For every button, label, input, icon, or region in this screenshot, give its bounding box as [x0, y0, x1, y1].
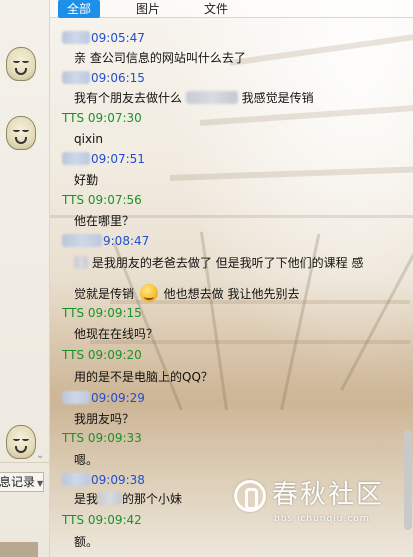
- sender-name: TTS: [62, 193, 85, 207]
- message-time: 09:09:38: [91, 473, 145, 487]
- ichunqiu-logo-icon: [234, 480, 266, 512]
- sidebar-divider: [0, 462, 50, 463]
- message-text: 用的是不是电脑上的QQ？: [74, 370, 213, 384]
- message-text: 我有个朋友去做什么 我感觉是传销: [74, 91, 314, 105]
- sender-name-redacted: [62, 391, 90, 404]
- sidebar-bottom-bar: [0, 542, 38, 557]
- message-meta: TTS 09:09:42: [62, 513, 142, 528]
- message-time: 09:09:33: [87, 431, 142, 445]
- tab-files[interactable]: 文件: [196, 0, 236, 18]
- watermark-url: bbs.ichunqiu.com: [274, 514, 370, 524]
- message-text: 嗯。: [74, 453, 99, 467]
- message-text: 觉就是传销 他也想去做 我让他先别去: [74, 284, 300, 302]
- message-meta: 09:07:51: [62, 152, 145, 167]
- message-meta: TTS 09:09:33: [62, 431, 142, 446]
- message-text: qixin: [74, 132, 103, 146]
- redacted-text: [185, 91, 238, 104]
- avatar[interactable]: [6, 425, 36, 459]
- sender-name: TTS: [62, 306, 85, 320]
- message-time: 09:07:30: [87, 111, 142, 125]
- message-text: 他在哪里？: [74, 214, 135, 228]
- message-text: 他现在在线吗？: [74, 327, 159, 341]
- message-meta: 9:08:47: [62, 234, 149, 249]
- redacted-text: [98, 492, 123, 505]
- sender-name-redacted: [62, 234, 102, 247]
- collapse-arrow-icon[interactable]: ⌄: [36, 450, 44, 461]
- message-meta: TTS 09:07:56: [62, 193, 142, 208]
- tab-all[interactable]: 全部: [58, 0, 100, 18]
- sender-name-redacted: [62, 31, 90, 44]
- message-meta: 09:06:15: [62, 71, 145, 86]
- sender-name-redacted: [62, 473, 90, 486]
- watermark-name: 春秋社区: [272, 480, 385, 510]
- left-sidebar: ⌄ 息记录 ▼: [0, 0, 50, 557]
- dropdown-arrow-icon: ▼: [37, 479, 44, 488]
- tab-bar: 全部 图片 文件: [50, 0, 413, 18]
- watermark: 春秋社区 bbs.ichunqiu.com: [234, 478, 409, 530]
- chat-history-panel: 全部 图片 文件 09:05:47 亲 查公司信息的网站叫什么去了 09:06:…: [50, 0, 413, 557]
- scrollbar-thumb[interactable]: [404, 430, 412, 530]
- message-meta: TTS 09:09:20: [62, 348, 142, 363]
- message-history-button[interactable]: 息记录 ▼: [0, 472, 44, 492]
- sender-name: TTS: [62, 111, 85, 125]
- message-time: 09:09:20: [87, 348, 142, 362]
- sender-name-redacted: [62, 152, 90, 165]
- message-text: 是我 的那个小妹: [74, 492, 183, 506]
- avatar[interactable]: [6, 116, 36, 150]
- message-text: 好勤: [74, 173, 99, 187]
- message-time: 09:09:15: [87, 306, 142, 320]
- avatar[interactable]: [6, 47, 36, 81]
- message-meta: TTS 09:09:15: [62, 306, 142, 321]
- message-time: 09:06:15: [91, 71, 145, 85]
- message-time: 09:07:56: [87, 193, 142, 207]
- redacted-text: [74, 256, 88, 269]
- message-time: 09:05:47: [91, 31, 145, 45]
- message-meta: 09:09:29: [62, 391, 145, 406]
- emoji-laugh-icon: [139, 284, 158, 302]
- sender-name: TTS: [62, 348, 85, 362]
- message-time: 09:09:42: [87, 513, 142, 527]
- message-time: 9:08:47: [103, 234, 150, 248]
- message-time: 09:09:29: [91, 391, 145, 405]
- message-meta: 09:05:47: [62, 31, 145, 46]
- message-meta: 09:09:38: [62, 473, 145, 488]
- message-time: 09:07:51: [91, 152, 145, 166]
- sender-name: TTS: [62, 431, 85, 445]
- message-text: 亲 查公司信息的网站叫什么去了: [74, 51, 246, 65]
- message-history-label: 息记录: [0, 475, 36, 489]
- sender-name: TTS: [62, 513, 85, 527]
- message-meta: TTS 09:07:30: [62, 111, 142, 126]
- tab-images[interactable]: 图片: [128, 0, 168, 18]
- message-text: 是我朋友的老爸去做了 但是我听了下他们的课程 感: [74, 255, 363, 271]
- sender-name-redacted: [62, 71, 90, 84]
- message-text: 额。: [74, 535, 99, 549]
- message-text: 我朋友吗？: [74, 412, 135, 426]
